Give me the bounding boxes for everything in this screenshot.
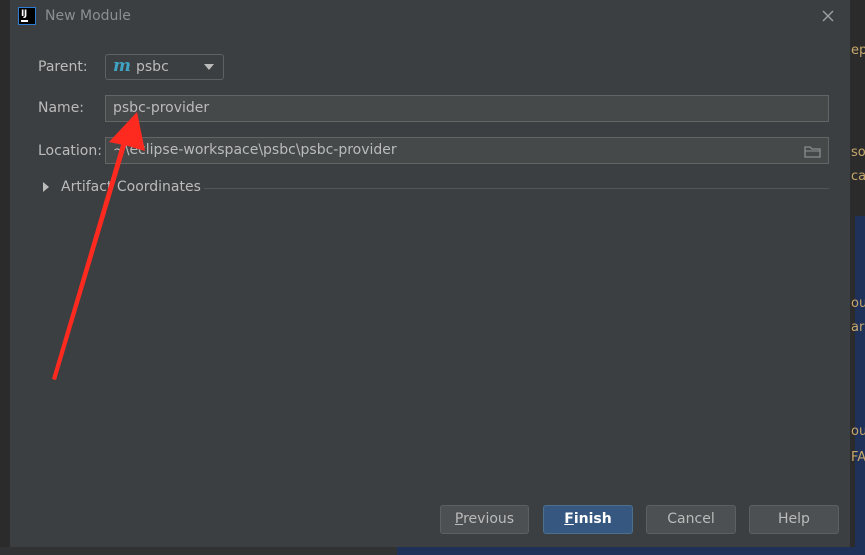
previous-label: revious	[463, 511, 515, 527]
chevron-down-icon	[204, 64, 214, 70]
location-field[interactable]: ~\eclipse-workspace\psbc\psbc-provider	[105, 137, 829, 164]
section-separator	[204, 188, 829, 189]
name-field[interactable]: psbc-provider	[105, 95, 829, 122]
close-button[interactable]	[818, 6, 838, 26]
browse-folder-button[interactable]	[803, 144, 823, 160]
background-text-fragment: ou	[851, 424, 865, 439]
location-label: Location:	[38, 143, 102, 159]
expand-arrow-icon[interactable]	[43, 182, 49, 192]
parent-label: Parent:	[38, 59, 88, 75]
artifact-coordinates-toggle[interactable]: Artifact Coordinates	[61, 179, 201, 195]
maven-module-icon: m	[113, 56, 131, 76]
finish-label: inish	[573, 511, 612, 527]
cancel-button[interactable]: Cancel	[646, 505, 736, 534]
previous-button[interactable]: Previous	[440, 505, 529, 534]
background-bottom-selection	[397, 547, 865, 555]
background-text-fragment: ar	[851, 320, 865, 335]
background-bottom-strip	[0, 547, 865, 555]
finish-button[interactable]: Finish	[543, 505, 633, 534]
screen: ep so ca ou ar ou FA IJ New Module Paren…	[0, 0, 865, 555]
background-ide-panel	[849, 0, 865, 555]
parent-value: psbc	[136, 59, 169, 75]
name-label: Name:	[38, 100, 85, 116]
background-text-fragment: FA	[851, 450, 865, 465]
parent-combobox[interactable]: m psbc	[105, 54, 224, 80]
new-module-dialog: IJ New Module Parent: m psbc Name: psbc-…	[9, 0, 851, 547]
background-text-fragment: ca	[851, 169, 865, 184]
help-button[interactable]: Help	[749, 505, 839, 534]
background-text-fragment: ou	[851, 296, 865, 311]
background-text-fragment: ep	[851, 43, 865, 58]
dialog-title: New Module	[45, 8, 131, 24]
finish-mnemonic: F	[564, 511, 574, 527]
intellij-app-icon: IJ	[18, 7, 36, 25]
previous-mnemonic: P	[454, 511, 464, 527]
background-text-fragment: so	[851, 145, 865, 160]
close-icon	[822, 10, 834, 22]
app-icon-bar	[21, 20, 28, 22]
dialog-title-bar[interactable]: IJ New Module	[10, 0, 850, 34]
app-icon-letters: IJ	[21, 9, 27, 19]
folder-icon	[804, 146, 821, 158]
background-selection-strip	[855, 216, 865, 555]
